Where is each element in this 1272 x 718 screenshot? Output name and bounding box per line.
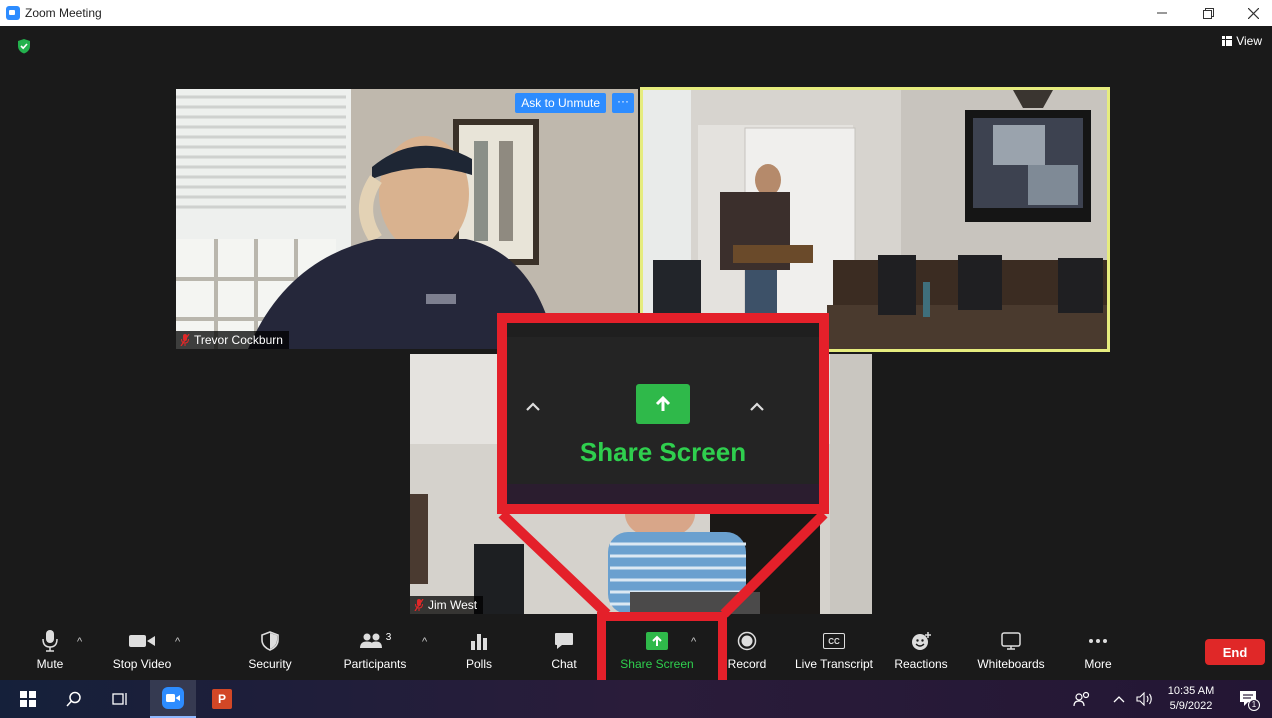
restore-button[interactable] [1185,0,1231,26]
polls-button[interactable]: Polls [459,620,499,680]
whiteboard-icon [1001,632,1021,650]
chevron-up-icon [749,399,765,415]
security-button[interactable]: Security [244,620,296,680]
zoom-app-icon [162,687,184,709]
polls-bar-chart-icon [471,634,487,650]
share-arrow-up-icon [652,635,662,646]
live-transcript-button[interactable]: CC Live Transcript [792,620,876,680]
participant-name-tag: Trevor Cockburn [176,331,289,349]
participants-button[interactable]: 3 Participants [340,620,410,680]
whiteboards-label: Whiteboards [977,657,1045,671]
taskbar-clock[interactable]: 10:35 AM 5/9/2022 [1160,680,1222,718]
record-label: Record [727,657,767,671]
share-options-caret-icon[interactable]: ^ [691,636,696,648]
record-icon [737,631,757,651]
security-label: Security [248,657,292,671]
restore-icon [1202,7,1214,19]
window-title: Zoom Meeting [25,6,102,20]
more-label: More [1084,657,1112,671]
mute-options-caret-icon[interactable]: ^ [77,636,82,648]
video-tile-trevor[interactable]: Ask to Unmute ··· Trevor Cockburn [176,89,638,349]
title-bar: Zoom Meeting [0,0,1272,26]
whiteboards-button[interactable]: Whiteboards [972,620,1050,680]
mute-label: Mute [36,657,64,671]
show-hidden-icons-button[interactable] [1108,680,1130,718]
video-camera-icon [129,635,155,647]
action-center-button[interactable]: 1 [1230,680,1266,718]
share-screen-callout-button [636,384,690,424]
stop-video-button[interactable]: Stop Video [106,620,178,680]
security-shield-icon [261,631,279,651]
zoom-window: Zoom Meeting View Ask to Unmute ··· Trev… [0,0,1272,718]
participant-video-conference-room [643,90,1107,349]
windows-logo-icon [20,691,36,707]
chat-bubble-icon [555,633,573,649]
share-screen-callout-label: Share Screen [579,437,747,467]
search-icon [66,691,81,707]
chevron-up-icon [525,399,541,415]
speaker-volume-icon [1136,692,1152,706]
meeting-toolbar: Mute ^ Stop Video ^ Security 3 Participa… [0,620,1272,680]
share-arrow-up-icon [655,395,671,411]
participants-icon [359,633,382,648]
closed-caption-icon: CC [823,633,845,649]
minimize-icon [1157,12,1167,14]
participant-name-trevor: Trevor Cockburn [194,333,283,347]
people-button[interactable] [1068,680,1096,718]
taskbar-search-button[interactable] [56,680,92,718]
muted-mic-icon [414,599,424,611]
participant-video-trevor [176,89,638,349]
grid-view-icon [1222,36,1233,46]
microphone-icon [42,630,58,652]
encryption-shield-icon[interactable] [16,38,32,54]
polls-label: Polls [465,657,492,671]
more-dots-icon [1089,639,1107,643]
chat-label: Chat [551,657,577,671]
end-meeting-button[interactable]: End [1205,639,1265,665]
live-transcript-label: Live Transcript [794,657,874,671]
reactions-label: Reactions [894,657,948,671]
volume-button[interactable] [1132,680,1158,718]
start-button[interactable] [10,680,46,718]
ask-to-unmute-button[interactable]: Ask to Unmute [515,93,606,113]
clock-time: 10:35 AM [1167,685,1215,697]
windows-taskbar: P 10:35 AM 5/9/2022 1 [0,680,1272,718]
zoom-logo-icon [6,6,20,20]
minimize-button[interactable] [1139,0,1185,26]
stop-video-label: Stop Video [112,657,172,671]
more-button[interactable]: More [1078,620,1118,680]
reactions-button[interactable]: Reactions [893,620,949,680]
view-button[interactable]: View [1222,34,1262,48]
participants-options-caret-icon[interactable]: ^ [422,636,427,648]
people-icon [1073,691,1090,707]
participant-count-badge: 3 [385,631,392,643]
task-view-icon [112,693,127,705]
powerpoint-app-icon: P [212,689,232,709]
chevron-up-icon [1113,696,1125,703]
record-button[interactable]: Record [726,620,768,680]
muted-mic-icon [180,334,190,346]
share-screen-callout: Share Screen [497,313,829,514]
view-label: View [1236,34,1262,48]
tile-more-options-button[interactable]: ··· [612,93,634,113]
taskbar-powerpoint-app[interactable]: P [204,680,240,718]
taskbar-zoom-app[interactable] [150,680,196,718]
participant-name-tag: Jim West [410,596,484,614]
participant-name-jim: Jim West [428,598,478,612]
mute-button[interactable]: Mute [30,620,70,680]
clock-date: 5/9/2022 [1169,700,1213,712]
notification-count-badge: 1 [1248,699,1260,711]
chat-button[interactable]: Chat [544,620,584,680]
video-options-caret-icon[interactable]: ^ [175,636,180,648]
participants-label: Participants [343,657,407,671]
share-screen-label: Share Screen [620,657,694,671]
share-screen-button[interactable]: Share Screen [618,620,696,680]
task-view-button[interactable] [102,680,138,718]
reactions-smiley-icon [912,632,931,650]
close-button[interactable] [1230,0,1272,26]
close-icon [1247,7,1259,19]
